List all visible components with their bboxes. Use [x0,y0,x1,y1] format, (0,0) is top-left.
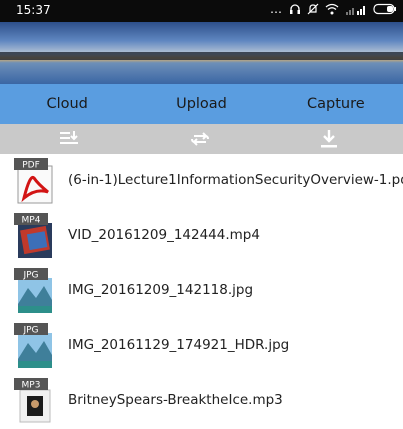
svg-text:PDF: PDF [22,161,40,171]
file-row-mp4[interactable]: MP4 VID_20161209_142444.mp4 [0,209,403,264]
wifi-icon [325,3,339,15]
tab-capture[interactable]: Capture [269,84,403,124]
refresh-icon[interactable] [189,128,211,150]
download-icon[interactable] [318,128,340,150]
video-file-icon: MP4 [14,213,52,258]
sort-icon[interactable] [58,128,80,150]
tab-bar: Cloud Upload Capture [0,84,403,124]
audio-file-icon: MP3 [14,378,51,423]
more-icon: … [270,2,283,16]
tab-upload[interactable]: Upload [134,84,268,124]
file-name: IMG_20161209_142118.jpg [68,282,254,298]
image-file-icon: JPG [14,323,52,368]
file-name: VID_20161209_142444.mp4 [68,227,260,243]
pdf-file-icon: PDF [14,158,53,204]
svg-text:MP4: MP4 [22,216,41,226]
image-file-icon: JPG [14,268,52,313]
banner-horizon [0,52,403,60]
signal-icon [346,6,365,15]
file-name: IMG_20161129_174921_HDR.jpg [68,337,290,353]
svg-text:JPG: JPG [22,271,38,281]
file-row-pdf[interactable]: PDF (6-in-1)Lecture1InformationSecurityO… [0,154,403,209]
status-bar: 15:37 … [0,0,403,22]
status-time: 15:37 [16,3,51,17]
file-name: (6-in-1)Lecture1InformationSecurityOverv… [68,172,403,188]
header-banner-image [0,22,403,84]
status-icons: … [270,2,397,16]
headset-icon [290,4,300,14]
file-row-jpg[interactable]: JPG IMG_20161209_142118.jpg [0,264,403,319]
toolbar [0,124,403,154]
file-name: BritneySpears-BreaktheIce.mp3 [68,392,283,408]
svg-text:MP3: MP3 [22,381,41,391]
svg-text:JPG: JPG [22,326,38,336]
mute-icon [307,3,319,15]
file-row-jpg[interactable]: JPG IMG_20161129_174921_HDR.jpg [0,319,403,374]
file-row-mp3[interactable]: MP3 BritneySpears-BreaktheIce.mp3 [0,374,403,429]
tab-cloud[interactable]: Cloud [0,84,134,124]
file-list: PDF (6-in-1)Lecture1InformationSecurityO… [0,154,403,429]
battery-icon [373,3,396,15]
